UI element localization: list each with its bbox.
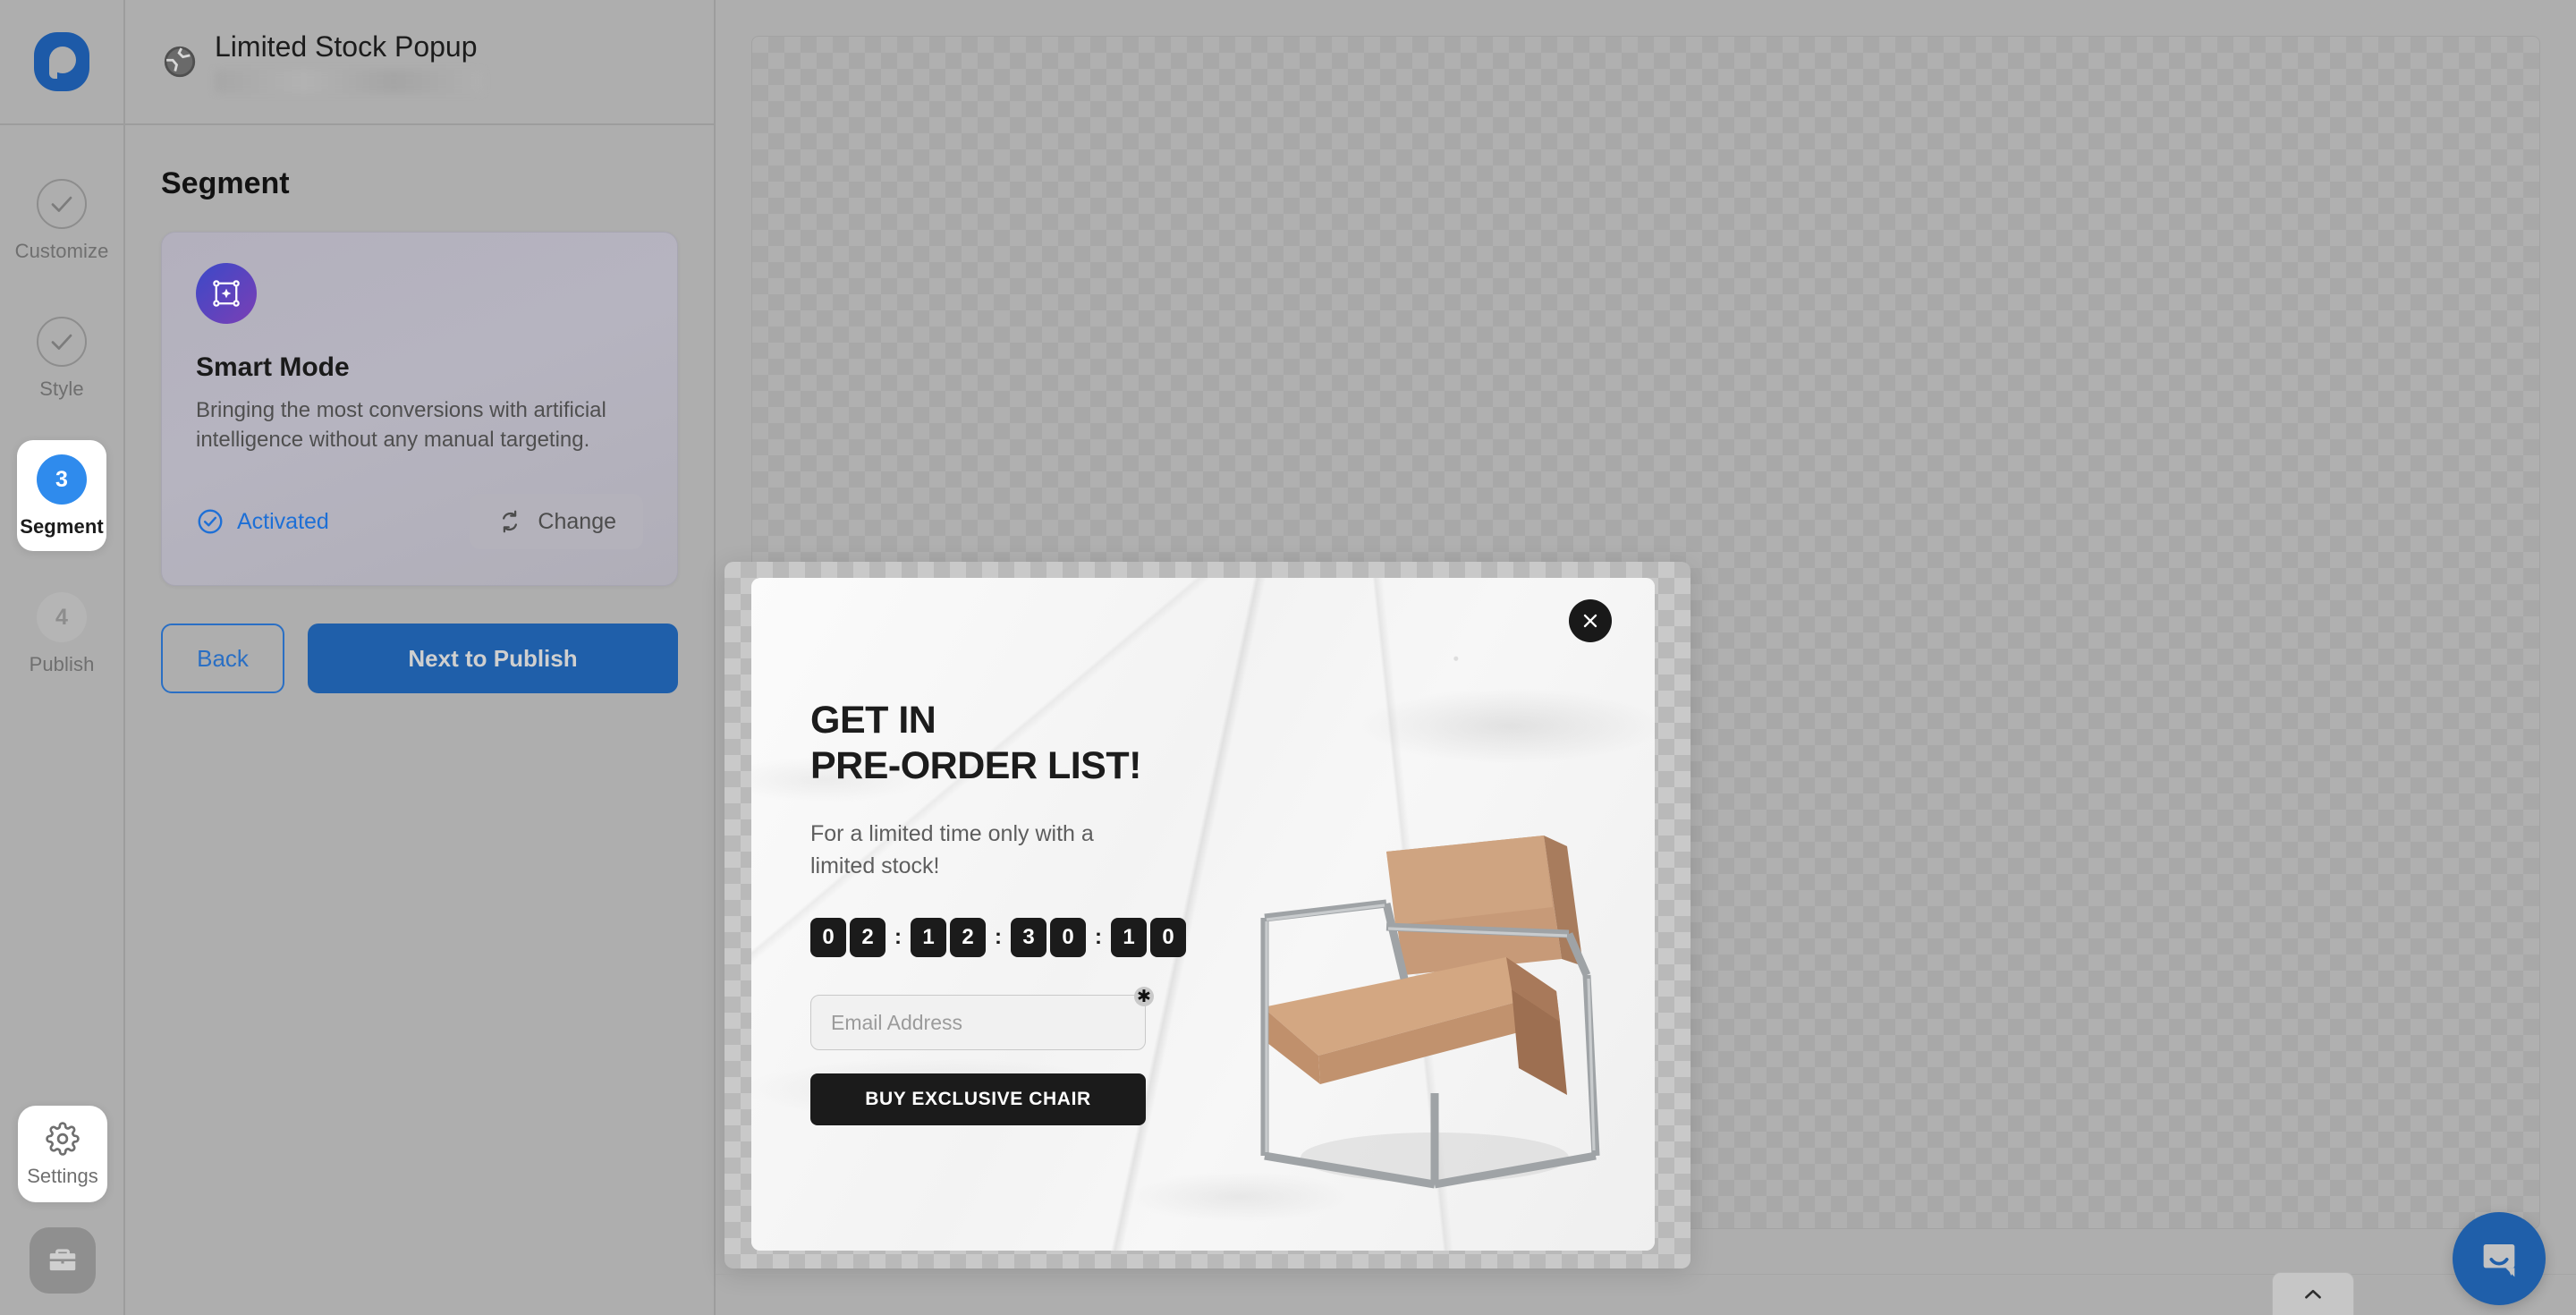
header-texts: Limited Stock Popup [215,30,483,94]
countdown-separator: : [1095,925,1102,950]
status-label: Activated [237,508,329,534]
popupsmart-logo-icon [34,32,89,91]
countdown-digit: 2 [950,918,986,958]
brand-logo[interactable] [0,0,124,125]
email-input[interactable] [810,995,1146,1051]
countdown-digit: 2 [850,918,886,958]
popup-subtext: For a limited time only with a limited s… [810,821,1094,878]
globe-icon [164,46,196,78]
sidebar-item-publish[interactable]: 4 Publish [17,578,106,689]
close-icon [1583,614,1597,628]
collapse-panel-button[interactable] [2272,1272,2354,1315]
popup-preview-shell[interactable]: GET IN PRE-ORDER LIST! For a limited tim… [724,562,1690,1268]
sidebar-item-style[interactable]: Style [17,302,106,413]
popup-preview-card: GET IN PRE-ORDER LIST! For a limited tim… [751,578,1655,1251]
smart-mode-title: Smart Mode [196,352,350,382]
style-step-badge [37,317,87,367]
publish-step-badge: 4 [37,592,87,642]
headline-line-2: PRE-ORDER LIST! [810,743,1141,787]
sidebar-item-customize[interactable]: Customize [14,165,109,276]
step-nav: Customize Style 3 Segment 4 Publish [0,125,123,716]
countdown-group-hours: 1 2 [911,918,986,958]
site-url-blurred [215,70,483,94]
check-circle-icon [198,509,223,534]
chevron-up-icon [2305,1289,2321,1299]
settings-label: Settings [27,1165,98,1187]
page-title: Limited Stock Popup [215,30,478,63]
intercom-chat-button[interactable] [2453,1212,2546,1305]
smart-mode-card[interactable]: Smart Mode Bringing the most conversions… [161,232,678,587]
status-badge: Activated [196,507,329,536]
chat-bubble-icon [2483,1243,2515,1277]
sidebar-item-label: Customize [14,240,109,262]
popup-headline: GET IN PRE-ORDER LIST! [810,698,1231,788]
app-root: Customize Style 3 Segment 4 Publish Sett… [0,0,2576,1315]
lounge-chair-illustration [1260,836,1600,1189]
countdown-separator: : [995,925,1002,950]
sidebar-item-label: Segment [20,515,104,538]
sidebar-item-label: Style [39,378,84,400]
headline-line-1: GET IN [810,699,936,742]
change-segment-button[interactable]: Change [470,494,643,550]
workspace-button[interactable] [30,1227,96,1294]
chair-image [1211,800,1631,1220]
sparkle-frame-icon [213,280,240,307]
countdown-digit: 0 [1050,918,1086,958]
briefcase-icon [49,1249,76,1271]
countdown-timer: 0 2 : 1 2 : 3 0 : 1 0 [810,918,1231,958]
left-rail: Customize Style 3 Segment 4 Publish Sett… [0,0,125,1315]
popup-content: GET IN PRE-ORDER LIST! For a limited tim… [810,698,1231,1126]
left-panel: Limited Stock Popup Segment Smart Mode B… [125,0,2576,1315]
gear-icon [46,1122,80,1156]
countdown-group-minutes: 3 0 [1011,918,1086,958]
required-marker-icon: ✱ [1134,987,1154,1007]
buy-exclusive-chair-button[interactable]: BUY EXCLUSIVE CHAIR [810,1073,1146,1126]
back-button[interactable]: Back [161,624,285,694]
countdown-group-days: 0 2 [810,918,886,958]
change-button-label: Change [538,508,616,534]
countdown-digit: 0 [1150,918,1186,958]
wizard-nav: Back Next to Publish [161,624,678,694]
smart-mode-actions: Activated Change [196,494,643,550]
countdown-separator: : [894,925,902,950]
smart-mode-icon [196,263,257,324]
countdown-group-seconds: 1 0 [1111,918,1186,958]
refresh-icon [503,510,518,533]
customize-step-badge [37,179,87,229]
countdown-digit: 1 [911,918,946,958]
sidebar-item-settings[interactable]: Settings [18,1106,107,1202]
countdown-digit: 3 [1011,918,1046,958]
rail-bottom-group: Settings [18,1106,107,1294]
sidebar-item-segment[interactable]: 3 Segment [17,440,106,551]
next-to-publish-button[interactable]: Next to Publish [308,624,678,694]
sidebar-item-label: Publish [29,653,95,675]
popup-close-button[interactable] [1569,599,1612,642]
countdown-digit: 1 [1111,918,1147,958]
countdown-digit: 0 [810,918,846,958]
section-title: Segment [161,166,290,200]
check-icon [51,196,72,212]
check-icon [51,334,72,350]
smart-mode-description: Bringing the most conversions with artif… [196,398,606,453]
segment-panel-body: Segment Smart Mode Bringing the most con… [125,125,714,694]
segment-step-badge: 3 [37,454,87,505]
email-field-row: ✱ [810,987,1154,1051]
